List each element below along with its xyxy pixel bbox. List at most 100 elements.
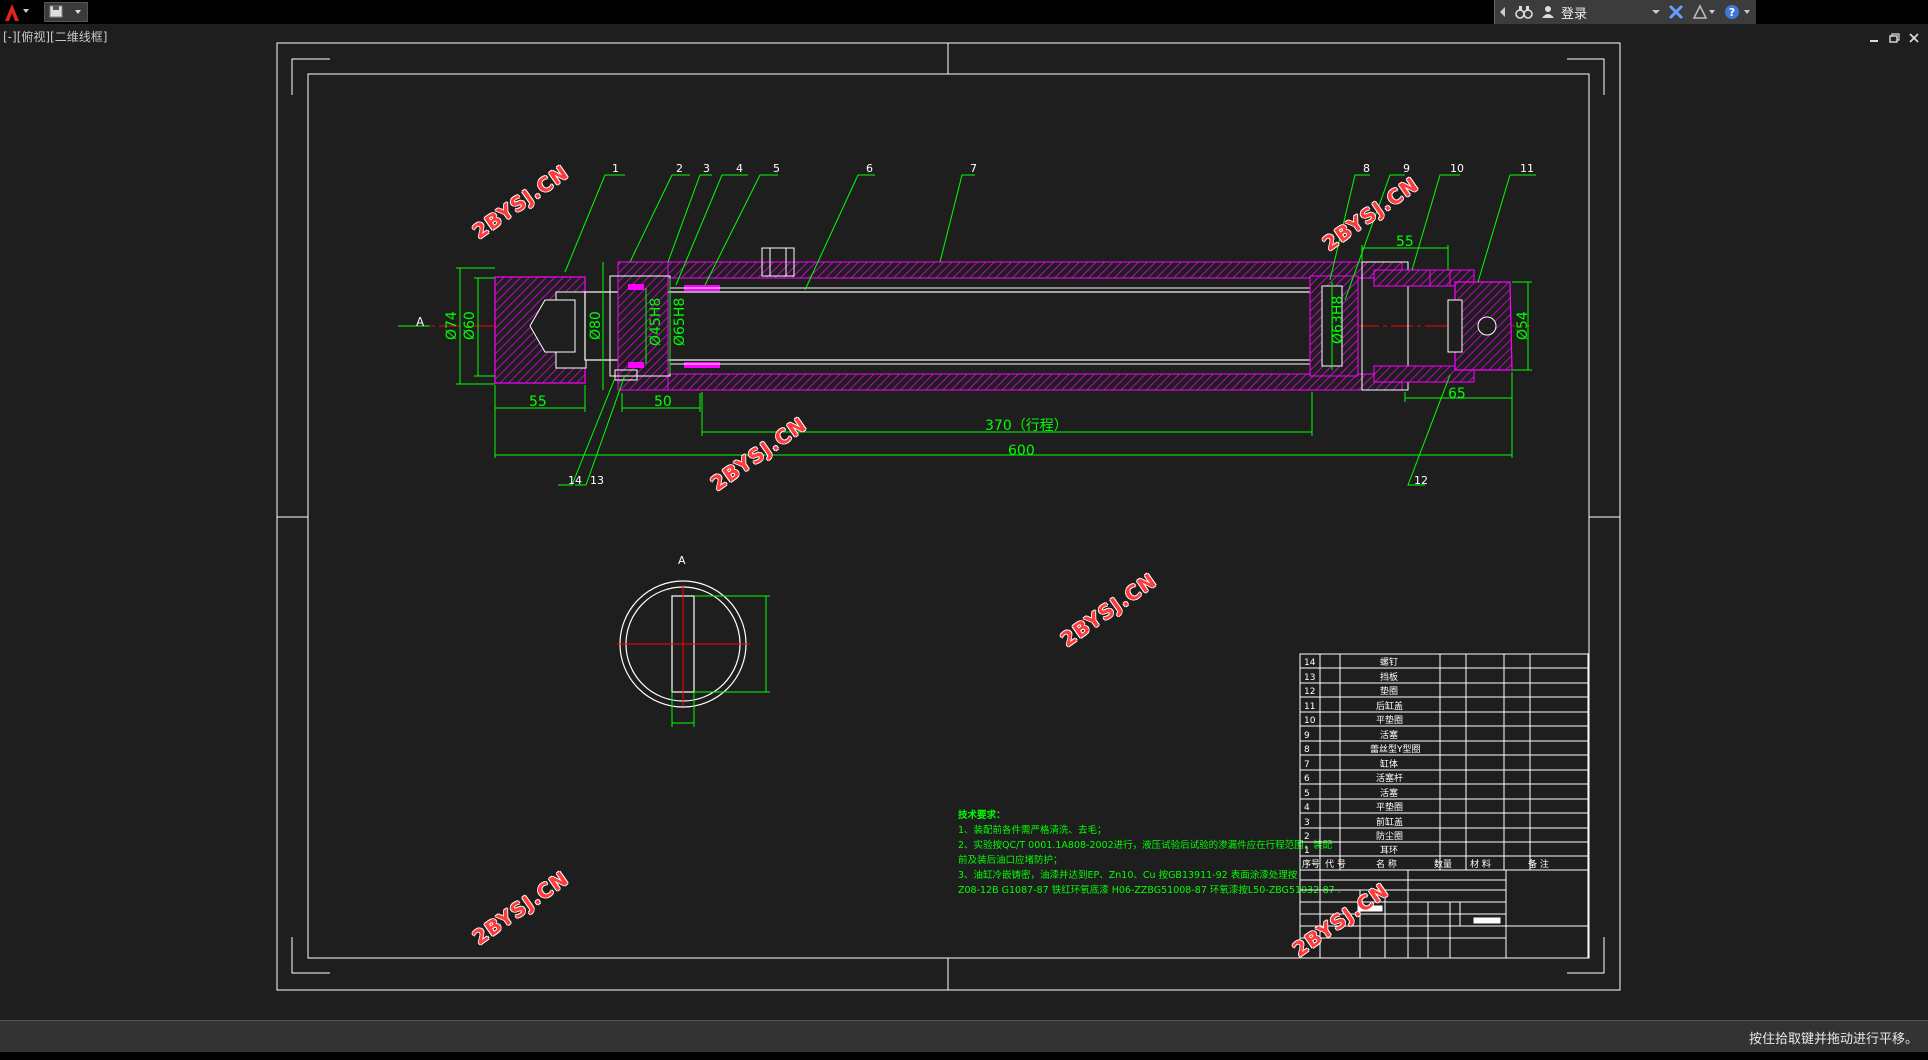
exchange-x-icon: [1668, 4, 1684, 20]
callout-5: 5: [773, 162, 780, 175]
bom-no-12: 12: [1304, 687, 1315, 697]
autodesk-app-button[interactable]: [1688, 0, 1720, 24]
bom-no-14: 14: [1304, 658, 1316, 668]
bom-no-3: 3: [1304, 818, 1310, 828]
quick-access-toolbar[interactable]: [44, 2, 88, 22]
section-marker-label: A: [416, 315, 425, 329]
tech-req-line-3: 前及装后油口应堵防护；: [958, 854, 1063, 866]
dim-d65: Ø65H8: [672, 298, 688, 346]
bom-no-2: 2: [1304, 832, 1310, 842]
bom-no-11: 11: [1304, 702, 1315, 712]
tech-req-line-2: 2、实验按QC/T 0001.1A808-2002进行，液压试验后试验的渗漏件应…: [958, 839, 1333, 851]
tech-req-line-5: Z08-12B G1087-87 铁红环氧底漆 H06-ZZBG51008-87…: [958, 884, 1341, 896]
callout-1: 1: [612, 162, 619, 175]
close-icon[interactable]: [1908, 32, 1920, 44]
sign-in-label: 登录: [1561, 6, 1588, 22]
dim-d60: Ø60: [462, 311, 478, 340]
callout-12: 12: [1414, 474, 1428, 487]
bom-name-6: 活塞杆: [1376, 772, 1403, 784]
bom-no-4: 4: [1304, 803, 1310, 813]
bom-name-8: 蕾丝型Y型圈: [1370, 743, 1421, 755]
bom-header-qty: 数量: [1434, 858, 1452, 870]
bom-name-10: 平垫圈: [1376, 714, 1403, 726]
bom-name-9: 活塞: [1380, 729, 1398, 741]
bom-name-14: 螺钉: [1380, 657, 1398, 668]
minimize-icon[interactable]: [1868, 32, 1880, 44]
bom-name-3: 前缸盖: [1376, 816, 1403, 828]
technical-requirements: 技术要求： 1、装配前各件需严格清洗、去毛； 2、实验按QC/T 0001.1A…: [958, 809, 1341, 896]
view-a-label: A: [678, 554, 686, 567]
autocad-logo-icon: [5, 4, 29, 21]
bom-no-8: 8: [1304, 745, 1310, 755]
exchange-apps-button[interactable]: [1664, 0, 1688, 24]
bom-no-5: 5: [1304, 789, 1310, 799]
bom-header-name: 名 称: [1376, 858, 1397, 870]
tech-req-title: 技术要求：: [958, 809, 1006, 821]
restore-icon[interactable]: [1888, 32, 1900, 44]
dim-55-left: 55: [529, 394, 547, 410]
bom-no-7: 7: [1304, 760, 1310, 770]
help-icon: ?: [1725, 5, 1750, 19]
callout-7: 7: [970, 162, 977, 175]
tech-req-line-4: 3、油缸冷嵌铸密，油漆并达到EP、Zn10、Cu 按GB13911-92 表面涂…: [958, 869, 1298, 881]
callout-13: 13: [590, 474, 604, 487]
callout-6: 6: [866, 162, 873, 175]
dim-stroke: 370（行程）: [985, 418, 1068, 434]
drawing-canvas[interactable]: Ø74 Ø60 Ø80 Ø45H8 Ø65H8 Ø63H8 Ø54 55 50 …: [0, 24, 1928, 1020]
dim-55-right: 55: [1396, 234, 1414, 250]
bom-name-7: 缸体: [1380, 758, 1398, 770]
bom-name-11: 后缸盖: [1376, 700, 1403, 712]
bom-name-1: 耳环: [1380, 845, 1398, 856]
callout-10: 10: [1450, 162, 1464, 175]
view-a: A: [617, 554, 770, 727]
bom-no-1: 1: [1304, 846, 1310, 856]
viewport-window-controls: [1868, 32, 1920, 44]
bom-name-13: 挡板: [1380, 671, 1398, 683]
application-menu-button[interactable]: [2, 1, 32, 23]
bom-name-12: 垫圈: [1380, 685, 1398, 697]
callout-11: 11: [1520, 162, 1534, 175]
bom-name-4: 平垫圈: [1376, 801, 1403, 813]
search-binoculars[interactable]: [1511, 0, 1537, 24]
status-bar: 按住拾取键并拖动进行平移。: [0, 1020, 1928, 1052]
callout-3: 3: [703, 162, 710, 175]
bom-no-10: 10: [1304, 716, 1316, 726]
dim-d80: Ø80: [588, 311, 604, 340]
dim-d74: Ø74: [444, 311, 460, 340]
cad-drawing: Ø74 Ø60 Ø80 Ø45H8 Ø65H8 Ø63H8 Ø54 55 50 …: [276, 42, 1621, 991]
viewport-controls-label[interactable]: [-][俯视][二维线框]: [3, 28, 107, 45]
callout-4: 4: [736, 162, 743, 175]
bom-no-13: 13: [1304, 673, 1315, 683]
autodesk-a360-icon: [1692, 4, 1715, 19]
callout-14: 14: [568, 474, 582, 487]
bom-header-material: 材 料: [1470, 858, 1491, 870]
chevron-left-icon: [1500, 7, 1505, 17]
info-center: 登录 ?: [1494, 0, 1756, 24]
dim-d63: Ø63H8: [1330, 296, 1346, 344]
svg-text:?: ?: [1729, 6, 1735, 19]
help-button[interactable]: ?: [1720, 0, 1756, 24]
dim-600: 600: [1008, 443, 1035, 459]
tech-req-line-1: 1、装配前各件需严格清洗、去毛；: [958, 824, 1107, 836]
bom-rows: 14 螺钉 13 挡板 12 垫圈 11 后缸盖 10 平垫圈 9 活塞 8 蕾…: [1302, 657, 1549, 870]
dim-d54: Ø54: [1515, 311, 1531, 340]
sign-in-button[interactable]: 登录: [1537, 0, 1664, 24]
bom-header-code: 代 号: [1325, 859, 1346, 870]
bom-no-9: 9: [1304, 731, 1310, 741]
bom-no-6: 6: [1304, 774, 1310, 784]
info-center-expand[interactable]: [1495, 0, 1511, 24]
user-icon: [1542, 6, 1554, 18]
title-bar: 登录 ?: [0, 0, 1928, 24]
cylinder-assembly: [405, 247, 1530, 391]
bom-name-5: 活塞: [1380, 787, 1398, 799]
callout-2: 2: [676, 162, 683, 175]
dim-50: 50: [654, 394, 672, 410]
bottom-strip: [0, 1052, 1928, 1060]
dim-65: 65: [1448, 386, 1466, 402]
bom-header-no: 序号: [1302, 858, 1320, 870]
binoculars-icon: [1515, 6, 1533, 19]
bom-name-2: 防尘圈: [1376, 830, 1403, 842]
dim-d45: Ø45H8: [648, 298, 664, 346]
section-marker: A: [416, 315, 425, 329]
chevron-down-icon: [1652, 10, 1660, 14]
